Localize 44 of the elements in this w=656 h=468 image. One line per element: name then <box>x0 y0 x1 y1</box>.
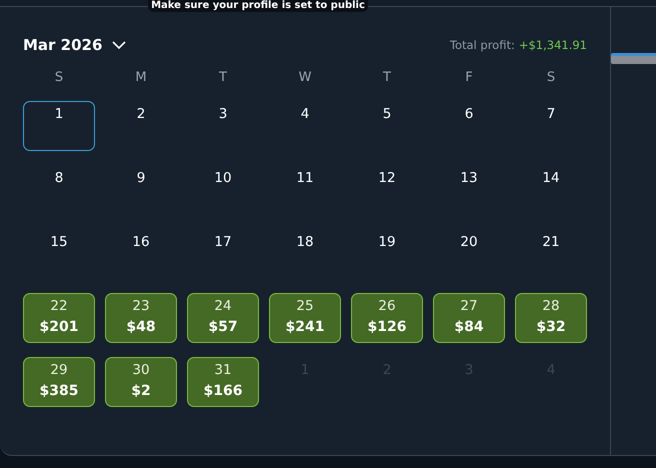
day-cell[interactable]: 16 <box>105 229 177 279</box>
day-cell[interactable]: 6 <box>433 101 505 151</box>
day-cell[interactable]: 19 <box>351 229 423 279</box>
day-cell[interactable]: 21 <box>515 229 587 279</box>
day-cell[interactable]: 4 <box>269 101 341 151</box>
day-cell[interactable]: 12 <box>351 165 423 215</box>
day-cell[interactable]: 7 <box>515 101 587 151</box>
header-strip <box>611 53 656 64</box>
day-cell[interactable]: 8 <box>23 165 95 215</box>
tooltip: Make sure your profile is set to public <box>148 0 368 12</box>
profit-day-cell[interactable]: 25 $241 <box>269 293 341 343</box>
day-cell[interactable]: 17 <box>187 229 259 279</box>
total-profit-label: Total profit: <box>450 38 515 52</box>
weekday-label: F <box>464 70 474 85</box>
chevron-down-icon <box>112 41 126 49</box>
weekday-label: S <box>546 70 556 85</box>
profit-day-cell[interactable]: 23 $48 <box>105 293 177 343</box>
profit-day-cell[interactable]: 24 $57 <box>187 293 259 343</box>
weekday-label: M <box>134 70 148 85</box>
day-cell[interactable]: 14 <box>515 165 587 215</box>
profit-day-cell[interactable]: 26 $126 <box>351 293 423 343</box>
profit-day-cell[interactable]: 31 $166 <box>187 357 259 407</box>
day-cell[interactable]: 9 <box>105 165 177 215</box>
weekday-label: W <box>298 70 312 85</box>
day-cell[interactable]: 15 <box>23 229 95 279</box>
day-cell[interactable]: 1 <box>23 101 95 151</box>
profit-day-cell[interactable]: 30 $2 <box>105 357 177 407</box>
weekday-label: T <box>218 70 228 85</box>
day-cell[interactable]: 11 <box>269 165 341 215</box>
total-profit-value: +$1,341.91 <box>518 38 587 52</box>
day-cell[interactable]: 20 <box>433 229 505 279</box>
day-cell[interactable]: 3 <box>187 101 259 151</box>
day-cell[interactable]: 2 <box>105 101 177 151</box>
profit-day-cell[interactable]: 29 $385 <box>23 357 95 407</box>
day-cell[interactable]: 10 <box>187 165 259 215</box>
profit-day-cell[interactable]: 22 $201 <box>23 293 95 343</box>
profit-day-cell[interactable]: 28 $32 <box>515 293 587 343</box>
profit-day-cell[interactable]: 27 $84 <box>433 293 505 343</box>
day-cell[interactable]: 5 <box>351 101 423 151</box>
weekday-label: T <box>382 70 392 85</box>
day-cell[interactable]: 18 <box>269 229 341 279</box>
month-selector[interactable]: Mar 2026 <box>23 36 126 54</box>
day-cell[interactable]: 13 <box>433 165 505 215</box>
weekday-label: S <box>54 70 64 85</box>
